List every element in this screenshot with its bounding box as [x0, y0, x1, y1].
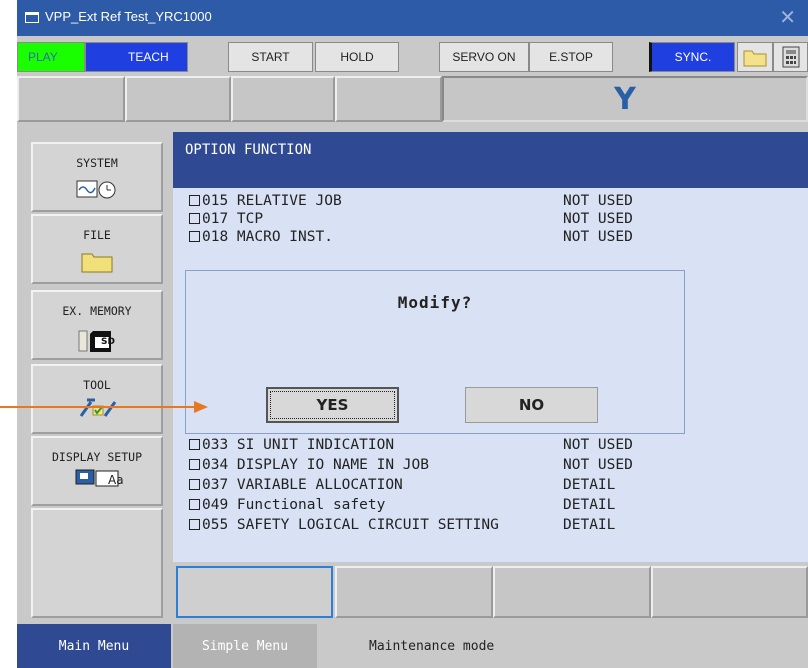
- list-item[interactable]: 033 SI UNIT INDICATION NOT USED: [189, 436, 633, 454]
- main-menu-button[interactable]: Main Menu: [17, 624, 171, 668]
- status-slot-1: [17, 76, 125, 122]
- item-label: 017 TCP: [202, 211, 264, 227]
- checkbox-icon: [189, 439, 200, 450]
- list-item[interactable]: 017 TCP NOT USED: [189, 210, 633, 228]
- list-item[interactable]: 034 DISPLAY IO NAME IN JOB NOT USED: [189, 456, 633, 474]
- list-item[interactable]: 037 VARIABLE ALLOCATION DETAIL: [189, 476, 615, 494]
- tool-label: TOOL: [83, 378, 111, 392]
- item-label: 033 SI UNIT INDICATION: [202, 437, 395, 453]
- function-key-1[interactable]: [176, 566, 333, 618]
- item-status: DETAIL: [563, 497, 616, 513]
- sidebar-item-display-setup[interactable]: DISPLAY SETUP Aa: [31, 436, 163, 506]
- sidebar-empty-slot: [31, 508, 163, 618]
- list-item[interactable]: 055 SAFETY LOGICAL CIRCUIT SETTING DETAIL: [189, 516, 615, 534]
- item-status: NOT USED: [563, 437, 633, 453]
- window-title: VPP_Ext Ref Test_YRC1000: [45, 9, 212, 24]
- item-label: 049 Functional safety: [202, 497, 386, 513]
- no-button[interactable]: NO: [465, 387, 598, 423]
- modify-dialog: Modify? YES NO: [185, 270, 685, 434]
- panel-header: OPTION FUNCTION: [173, 132, 808, 188]
- item-label: 037 VARIABLE ALLOCATION: [202, 477, 403, 493]
- play-mode-button[interactable]: PLAY: [17, 42, 85, 72]
- title-bar: VPP_Ext Ref Test_YRC1000 ✕: [17, 0, 808, 36]
- servo-on-button[interactable]: SERVO ON: [439, 42, 529, 72]
- start-button[interactable]: START: [228, 42, 313, 72]
- dialog-question: Modify?: [397, 293, 473, 312]
- list-item[interactable]: 015 RELATIVE JOB NOT USED: [189, 192, 633, 210]
- display-setup-label: DISPLAY SETUP: [51, 450, 142, 464]
- item-label: 015 RELATIVE JOB: [202, 193, 342, 209]
- coordinate-indicator: Y: [442, 76, 808, 122]
- folder-button[interactable]: [737, 42, 773, 72]
- app-window-icon: [25, 12, 39, 23]
- close-button[interactable]: ✕: [779, 5, 796, 30]
- checkbox-icon: [189, 195, 200, 206]
- ex-memory-label: EX. MEMORY: [62, 304, 132, 318]
- mode-status: Maintenance mode: [319, 624, 808, 668]
- item-status: DETAIL: [563, 517, 616, 533]
- list-item[interactable]: 018 MACRO INST. NOT USED: [189, 228, 633, 246]
- item-status: NOT USED: [563, 193, 633, 209]
- sidebar-item-file[interactable]: FILE: [31, 214, 163, 284]
- checkbox-icon: [189, 499, 200, 510]
- simple-menu-button[interactable]: Simple Menu: [173, 624, 317, 668]
- sd-label: SD: [101, 337, 115, 347]
- file-label: FILE: [83, 228, 111, 242]
- item-status: NOT USED: [563, 457, 633, 473]
- checkbox-icon: [189, 519, 200, 530]
- checkbox-icon: [189, 459, 200, 470]
- function-key-4[interactable]: [651, 566, 808, 618]
- item-label: 034 DISPLAY IO NAME IN JOB: [202, 457, 429, 473]
- item-label: 055 SAFETY LOGICAL CIRCUIT SETTING: [202, 517, 499, 533]
- sidebar-item-system[interactable]: SYSTEM: [31, 142, 163, 212]
- yes-button[interactable]: YES: [266, 387, 399, 423]
- hold-button[interactable]: HOLD: [315, 42, 399, 72]
- checkbox-icon: [189, 231, 200, 242]
- checkbox-icon: [189, 479, 200, 490]
- folder-icon: [81, 253, 113, 273]
- aa-label: Aa: [108, 473, 124, 487]
- checkbox-icon: [189, 213, 200, 224]
- estop-button[interactable]: E.STOP: [529, 42, 613, 72]
- page-title: OPTION FUNCTION: [185, 142, 312, 158]
- function-key-2[interactable]: [335, 566, 493, 618]
- sync-button[interactable]: SYNC.: [649, 42, 735, 72]
- status-slot-3: [231, 76, 335, 122]
- keyboard-button[interactable]: [773, 42, 808, 72]
- function-key-3[interactable]: [493, 566, 651, 618]
- system-clock-icon: [76, 180, 116, 199]
- status-slot-4: [335, 76, 442, 122]
- folder-icon: [743, 50, 767, 67]
- annotation-arrow-icon: [0, 401, 208, 413]
- item-status: NOT USED: [563, 229, 633, 245]
- item-label: 018 MACRO INST.: [202, 229, 333, 245]
- item-status: DETAIL: [563, 477, 616, 493]
- item-status: NOT USED: [563, 211, 633, 227]
- system-label: SYSTEM: [76, 156, 118, 170]
- sidebar-item-ex-memory[interactable]: EX. MEMORY SD: [31, 290, 163, 360]
- status-slot-2: [125, 76, 231, 122]
- list-item[interactable]: 049 Functional safety DETAIL: [189, 496, 615, 514]
- sidebar-item-tool[interactable]: TOOL: [31, 364, 163, 434]
- pendant-window: VPP_Ext Ref Test_YRC1000 ✕ PLAY TEACH ST…: [17, 0, 808, 668]
- keypad-icon: [782, 46, 799, 68]
- teach-mode-button[interactable]: TEACH: [85, 42, 188, 72]
